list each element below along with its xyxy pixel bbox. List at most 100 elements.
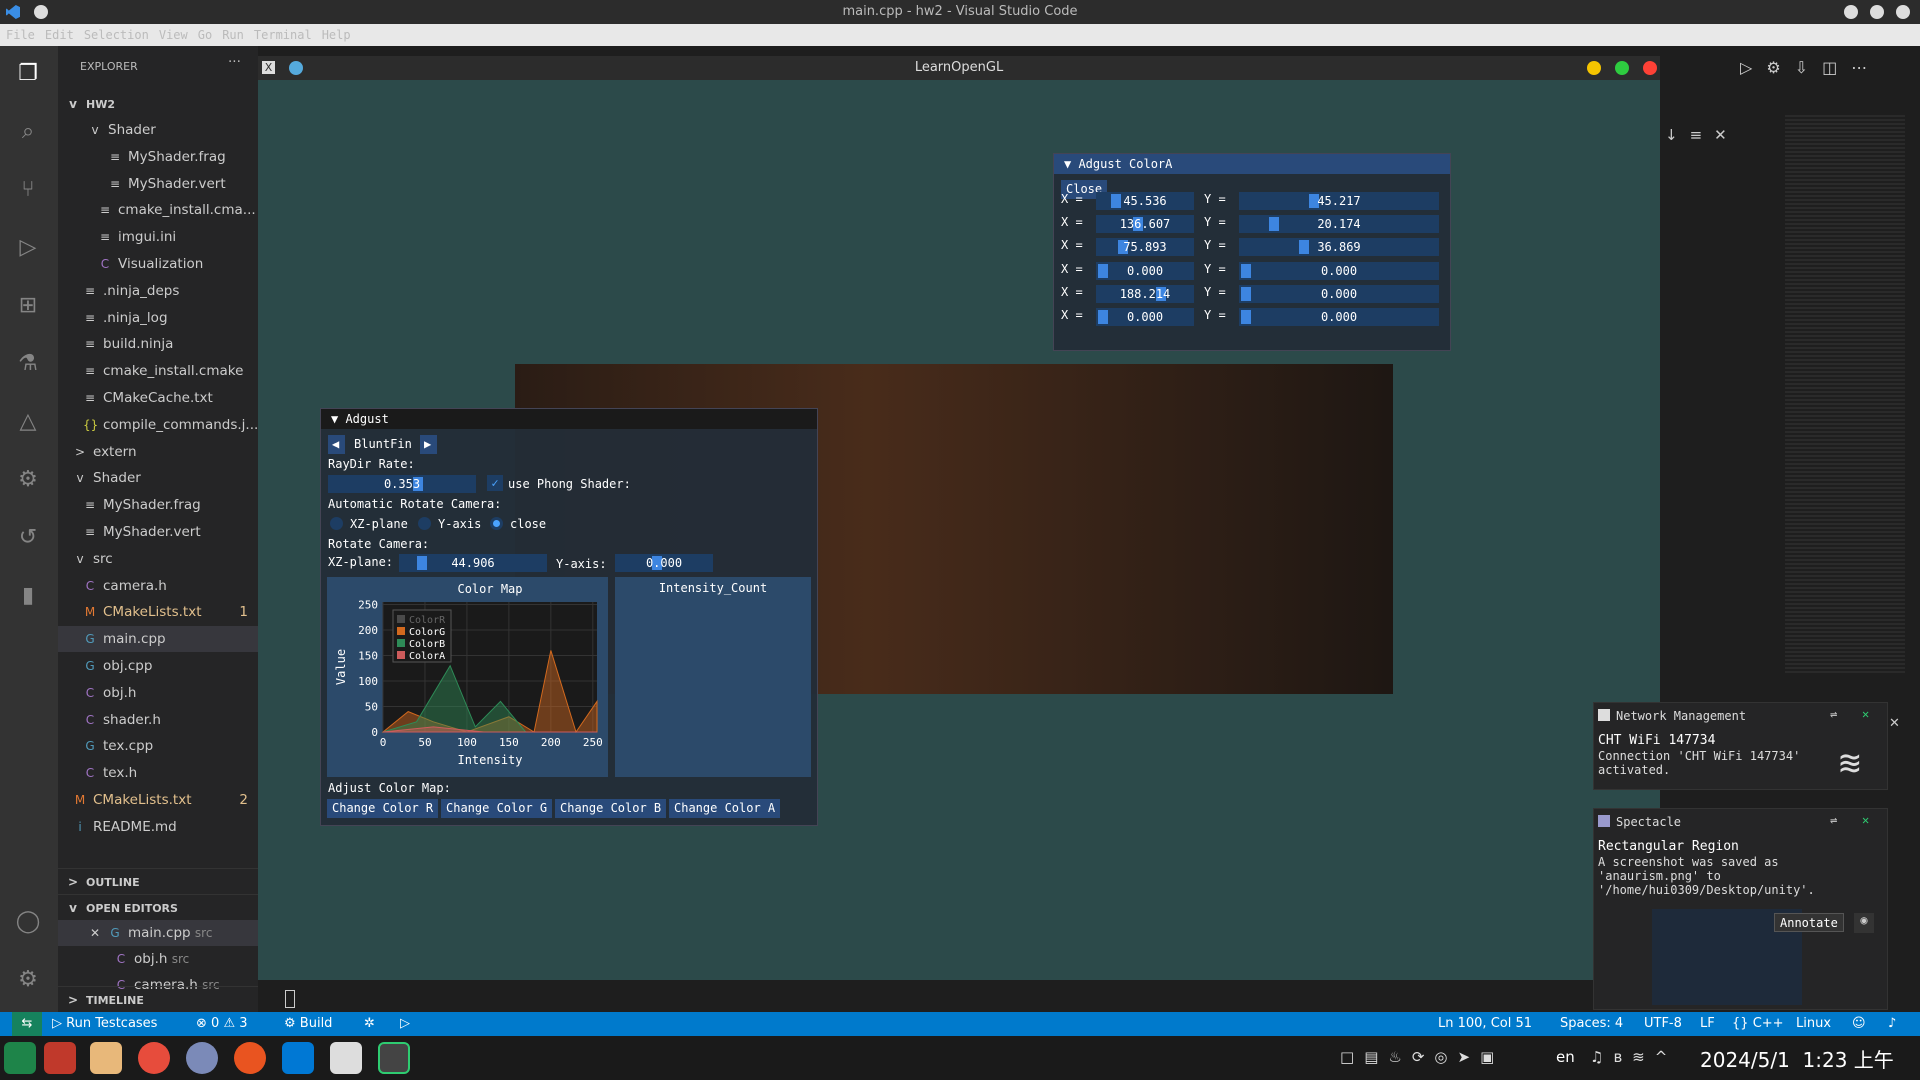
- settings-icon[interactable]: ⇌: [1830, 707, 1837, 721]
- tree-item[interactable]: ≡ build.ninja: [58, 331, 258, 357]
- window-menu-icon[interactable]: [34, 5, 48, 19]
- minimize-icon[interactable]: [1587, 61, 1601, 75]
- tree-item[interactable]: {} compile_commands.j...: [58, 412, 258, 438]
- menu-item[interactable]: Go: [198, 28, 212, 42]
- radio-xz-plane[interactable]: [330, 517, 343, 530]
- update-icon[interactable]: ⟳: [1412, 1048, 1435, 1066]
- bell-icon[interactable]: ♨: [1388, 1048, 1411, 1066]
- feedback-icon[interactable]: ☺: [1852, 1012, 1866, 1036]
- change-color-a-button[interactable]: Change Color A: [669, 799, 781, 818]
- opengl-app-icon[interactable]: [378, 1042, 410, 1074]
- timeline-section[interactable]: > TIMELINE: [58, 986, 258, 1012]
- menu-item[interactable]: Edit: [45, 28, 74, 42]
- settings-gear-icon[interactable]: ⚙: [12, 964, 44, 996]
- y-slider[interactable]: 36.869: [1239, 238, 1439, 257]
- open-editors-section[interactable]: v OPEN EDITORS: [58, 894, 258, 920]
- source-control-icon[interactable]: ⑂: [12, 174, 44, 206]
- list-icon[interactable]: ≡: [1690, 126, 1715, 144]
- problems[interactable]: ⊗ 0 ⚠ 3: [196, 1012, 248, 1036]
- terminal-icon[interactable]: ▤: [1364, 1048, 1388, 1066]
- open-editor-item[interactable]: Cobj.h src: [58, 946, 258, 972]
- chevron-up-icon[interactable]: ^: [1655, 1048, 1678, 1066]
- cursor-position[interactable]: Ln 100, Col 51: [1438, 1012, 1532, 1036]
- pin-icon[interactable]: [289, 61, 303, 75]
- y-slider[interactable]: 0.000: [1239, 284, 1439, 303]
- app-launcher-icon[interactable]: [4, 1042, 36, 1074]
- run-testcases[interactable]: ▷ Run Testcases: [52, 1012, 157, 1036]
- vscode-taskbar-icon[interactable]: [282, 1042, 314, 1074]
- bell-icon[interactable]: ♪: [1888, 1012, 1896, 1036]
- close-icon[interactable]: ✕: [1862, 813, 1869, 827]
- clipboard-icon[interactable]: ▣: [1480, 1048, 1504, 1066]
- slider-grab[interactable]: [1241, 310, 1251, 324]
- tree-item[interactable]: ≡ .ninja_deps: [58, 278, 258, 304]
- outline-section[interactable]: > OUTLINE: [58, 868, 258, 894]
- tree-item[interactable]: C Visualization: [58, 251, 258, 277]
- close-icon[interactable]: [1896, 5, 1910, 19]
- debug-icon[interactable]: ✲: [364, 1012, 375, 1036]
- chart-icon[interactable]: ▮: [12, 580, 44, 612]
- tree-item[interactable]: Gobj.cpp: [58, 653, 258, 679]
- menu-item[interactable]: Run: [222, 28, 244, 42]
- slider-grab[interactable]: [1098, 310, 1108, 324]
- menu-item[interactable]: View: [159, 28, 188, 42]
- x-slider[interactable]: 188.214: [1096, 284, 1194, 303]
- close-icon[interactable]: ✕: [88, 920, 102, 946]
- more-icon[interactable]: ⋯: [1851, 58, 1881, 77]
- tree-item[interactable]: ≡ cmake_install.cma...: [58, 197, 258, 223]
- minimize-icon[interactable]: [1844, 5, 1858, 19]
- share-icon[interactable]: ↺: [12, 522, 44, 554]
- maximize-icon[interactable]: [1615, 61, 1629, 75]
- remote-icon[interactable]: ⚙: [12, 464, 44, 496]
- tree-item[interactable]: M CMakeLists.txt 1: [58, 599, 258, 625]
- menu-item[interactable]: File: [6, 28, 35, 42]
- split-icon[interactable]: ◫: [1822, 58, 1851, 77]
- remote-icon[interactable]: ⇆: [12, 1012, 42, 1036]
- arrow-down-icon[interactable]: ↓: [1665, 126, 1690, 144]
- slider-grab[interactable]: [1241, 263, 1251, 278]
- y-slider[interactable]: 0.000: [1239, 308, 1439, 326]
- search-icon[interactable]: ⌕: [12, 116, 44, 148]
- chrome-icon[interactable]: [138, 1042, 170, 1074]
- change-color-r-button[interactable]: Change Color R: [327, 799, 439, 818]
- maximize-icon[interactable]: [1870, 5, 1884, 19]
- y-slider[interactable]: 45.217: [1239, 192, 1439, 210]
- x-slider[interactable]: 0.000: [1096, 308, 1194, 326]
- run-icon[interactable]: ▷: [400, 1012, 410, 1036]
- menu-item[interactable]: Help: [322, 28, 351, 42]
- folder-root[interactable]: v HW2: [58, 91, 258, 117]
- tree-item[interactable]: ≡ MyShader.vert: [58, 171, 258, 197]
- wifi-icon[interactable]: ≋: [1632, 1048, 1655, 1066]
- next-arrow-icon[interactable]: ▶: [420, 435, 437, 454]
- files-icon[interactable]: [90, 1042, 122, 1074]
- eol[interactable]: LF: [1700, 1012, 1715, 1036]
- tree-item[interactable]: i README.md: [58, 814, 258, 840]
- slider-grab[interactable]: [417, 556, 427, 570]
- tree-item[interactable]: v src: [58, 546, 258, 572]
- radio-close[interactable]: [490, 517, 503, 530]
- x-slider[interactable]: 136.607: [1096, 215, 1194, 234]
- telegram-icon[interactable]: ➤: [1458, 1048, 1481, 1066]
- settings-icon[interactable]: ⇌: [1830, 813, 1837, 827]
- prev-arrow-icon[interactable]: ◀: [328, 435, 345, 454]
- clock[interactable]: 2024/5/1 1:23 上午: [1700, 1044, 1894, 1073]
- change-color-g-button[interactable]: Change Color G: [441, 799, 553, 818]
- slack-icon[interactable]: [186, 1042, 218, 1074]
- radio-y-axis[interactable]: [418, 517, 431, 530]
- explorer-icon[interactable]: ❐: [12, 58, 44, 90]
- eye-icon[interactable]: ◉: [1854, 913, 1874, 933]
- encoding[interactable]: UTF-8: [1644, 1012, 1682, 1036]
- download-icon[interactable]: ⇩: [1795, 58, 1822, 77]
- menu-item[interactable]: Terminal: [254, 28, 312, 42]
- close-icon[interactable]: [1643, 61, 1657, 75]
- slider-grab[interactable]: [1269, 217, 1279, 232]
- slider-grab[interactable]: [1098, 263, 1108, 278]
- close-icon[interactable]: ✕: [1889, 716, 1900, 731]
- tree-item[interactable]: ≡ MyShader.frag: [58, 144, 258, 170]
- language-mode[interactable]: {} C++: [1732, 1012, 1784, 1036]
- run-debug-icon[interactable]: ▷: [12, 232, 44, 264]
- phong-checkbox[interactable]: ✓: [487, 475, 503, 491]
- x-slider[interactable]: 75.893: [1096, 238, 1194, 257]
- cmake-icon[interactable]: △: [12, 406, 44, 438]
- text-editor-icon[interactable]: [330, 1042, 362, 1074]
